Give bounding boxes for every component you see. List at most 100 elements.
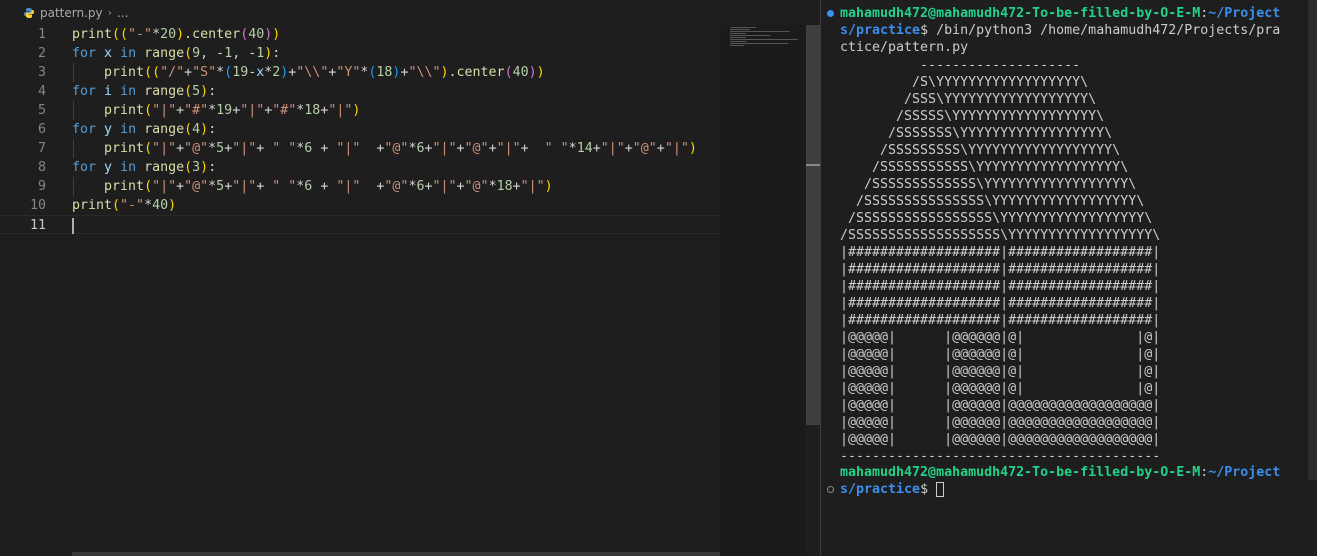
- line-number: 8: [37, 160, 46, 175]
- code-token: "-": [120, 198, 145, 213]
- code-token: 5: [216, 179, 225, 194]
- code-token: ): [272, 27, 281, 42]
- code-token: :: [208, 122, 217, 137]
- line-number: 1: [37, 27, 46, 42]
- code-token: +: [488, 141, 497, 156]
- code-line[interactable]: 1 print(("-"*20).center(40)): [0, 25, 720, 44]
- code-token: "@": [632, 141, 657, 156]
- code-token: 14: [576, 141, 593, 156]
- code-area[interactable]: 1 print(("-"*20).center(40)) 2 for x in ran…: [0, 25, 720, 234]
- code-token: "|": [152, 141, 177, 156]
- code-token: 5: [192, 84, 201, 99]
- code-token: "|": [432, 141, 457, 156]
- command-decoration-icon[interactable]: [827, 486, 834, 493]
- code-token: 40: [248, 27, 265, 42]
- terminal-panel[interactable]: mahamudh472@mahamudh472-To-be-filled-by-…: [821, 0, 1317, 556]
- text-cursor: [72, 218, 74, 234]
- terminal-scroll-thumb[interactable]: [1308, 0, 1317, 480]
- code-line[interactable]: 5 print("|"+"#"*19+"|"+"#"*18+"|"): [0, 101, 720, 120]
- code-token: "|": [664, 141, 689, 156]
- code-token: ): [200, 122, 209, 137]
- code-line[interactable]: 8 for y in range(3):: [0, 158, 720, 177]
- terminal-output-line: |@@@@@| |@@@@@@|@| |@|: [840, 381, 1161, 396]
- code-token: ): [176, 27, 185, 42]
- line-number: 5: [37, 103, 46, 118]
- code-token: range: [144, 122, 185, 137]
- code-token: "|": [432, 179, 457, 194]
- line-number: 11: [29, 218, 46, 233]
- code-token: "@": [464, 141, 489, 156]
- code-token: ): [200, 84, 209, 99]
- code-token: 40: [152, 198, 169, 213]
- editor-pane[interactable]: pattern.py › ... 1 print(("-"*20).center(…: [0, 0, 820, 556]
- code-line[interactable]: 6 for y in range(4):: [0, 120, 720, 139]
- terminal-output-line: |###################|##################|: [840, 245, 1161, 260]
- code-line[interactable]: 3 print(("/"+"S"*(19-x*2)+"\\"+"Y"*(18)+…: [0, 63, 720, 82]
- code-token: +: [224, 141, 233, 156]
- editor-vertical-scrollbar[interactable]: [806, 25, 820, 556]
- breadcrumb-file[interactable]: pattern.py: [40, 6, 103, 20]
- python-file-icon: [22, 6, 36, 20]
- command-decoration-icon[interactable]: [827, 10, 834, 17]
- code-token: :: [208, 84, 217, 99]
- code-token: *: [568, 141, 577, 156]
- code-token: (: [144, 141, 153, 156]
- code-token: +: [456, 179, 465, 194]
- code-token: print: [104, 179, 145, 194]
- code-text: print(("-"*20).center(40)): [72, 25, 280, 44]
- code-token: "@": [184, 141, 209, 156]
- chevron-right-icon: ›: [107, 6, 113, 19]
- line-number: 10: [29, 198, 46, 213]
- terminal-output-line: ----------------------------------------: [840, 449, 1161, 464]
- code-text: print("|"+"@"*5+"|"+ " "*6 + "|" +"@"*6+…: [72, 139, 697, 158]
- code-token: :: [208, 160, 217, 175]
- code-token: , -: [232, 46, 257, 61]
- code-line[interactable]: 11: [0, 215, 720, 234]
- terminal-output-line: |###################|##################|: [840, 313, 1161, 328]
- code-text: for x in range(9, -1, -1):: [72, 44, 280, 63]
- code-token: *: [152, 27, 161, 42]
- code-token: 19: [216, 103, 233, 118]
- code-line[interactable]: 4 for i in range(5):: [0, 82, 720, 101]
- code-token: " ": [272, 141, 297, 156]
- editor-horizontal-scrollbar[interactable]: [72, 552, 720, 556]
- code-token: (: [504, 65, 513, 80]
- code-token: "|": [600, 141, 625, 156]
- code-token: "@": [384, 179, 409, 194]
- terminal-input-line[interactable]: s/practice$: [840, 481, 945, 498]
- terminal-output-line: --------------------: [840, 58, 1081, 73]
- terminal-cursor: [936, 481, 945, 497]
- editor-scroll-thumb[interactable]: [806, 25, 820, 425]
- code-token: +: [176, 141, 185, 156]
- code-token: (: [184, 46, 193, 61]
- code-token: +: [456, 141, 465, 156]
- code-token: +: [360, 141, 385, 156]
- breadcrumb: pattern.py › ...: [0, 0, 820, 25]
- code-token: "\\": [408, 65, 441, 80]
- code-token: ): [528, 65, 537, 80]
- code-line[interactable]: 10 print("-"*40): [0, 196, 720, 215]
- code-token: "|": [232, 141, 257, 156]
- code-token: " ": [544, 141, 569, 156]
- code-token: *: [144, 198, 153, 213]
- code-line[interactable]: 7 print("|"+"@"*5+"|"+ " "*6 + "|" +"@"*…: [0, 139, 720, 158]
- code-line[interactable]: 2 for x in range(9, -1, -1):: [0, 44, 720, 63]
- code-token: "|": [336, 179, 361, 194]
- code-token: x: [104, 46, 113, 61]
- code-line[interactable]: 9 print("|"+"@"*5+"|"+ " "*6 + "|" +"@"*…: [0, 177, 720, 196]
- code-token: in: [120, 160, 137, 175]
- terminal-scrollbar[interactable]: [1308, 0, 1317, 556]
- code-token: (: [184, 122, 193, 137]
- scroll-position-marker: [806, 164, 820, 166]
- minimap[interactable]: [720, 25, 808, 556]
- code-token: +: [176, 179, 185, 194]
- breadcrumb-symbols[interactable]: ...: [117, 6, 128, 20]
